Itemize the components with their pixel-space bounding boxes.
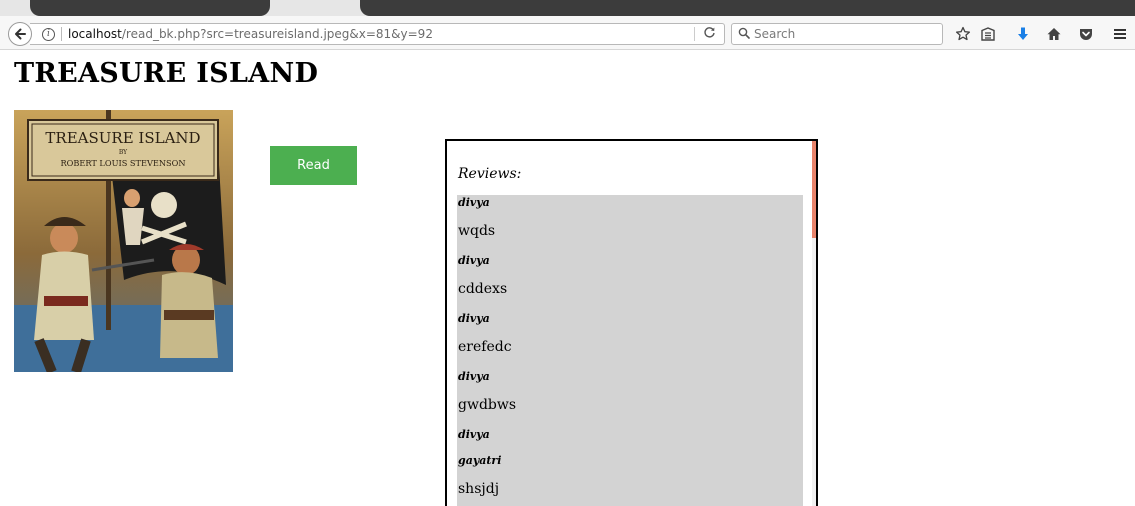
reading-list-icon[interactable]: [979, 25, 997, 43]
url-bar[interactable]: i localhost/read_bk.php?src=treasureisla…: [30, 23, 725, 45]
review-text: wqds: [458, 223, 496, 239]
read-button[interactable]: Read: [270, 146, 357, 185]
cover-author: ROBERT LOUIS STEVENSON: [60, 158, 185, 168]
menu-icon[interactable]: [1111, 25, 1129, 43]
back-arrow-icon: [15, 28, 26, 40]
url-path: /read_bk.php?src=treasureisland.jpeg&x=8…: [121, 27, 433, 41]
search-input[interactable]: [754, 27, 924, 41]
review-text: gwdbws: [458, 397, 517, 413]
download-icon[interactable]: [1014, 25, 1032, 43]
review-author: divya: [458, 312, 490, 325]
review-author: divya: [458, 196, 490, 209]
pocket-icon[interactable]: [1077, 25, 1095, 43]
review-author: divya: [458, 254, 490, 267]
review-author: divya: [458, 370, 490, 383]
url-host: localhost: [68, 27, 122, 41]
search-bar[interactable]: [731, 23, 943, 45]
reviews-scroll-thumb[interactable]: [812, 141, 816, 238]
search-icon: [738, 27, 750, 42]
cover-title: TREASURE ISLAND: [45, 129, 200, 147]
review-text: cddexs: [458, 281, 508, 297]
star-icon[interactable]: [954, 25, 972, 43]
browser-toolbar: i localhost/read_bk.php?src=treasureisla…: [0, 16, 1135, 50]
reviews-heading: Reviews:: [458, 166, 522, 182]
cover-by: BY: [119, 149, 128, 156]
review-author: divya: [458, 428, 490, 441]
reviews-scrollbar[interactable]: [812, 141, 816, 506]
back-button[interactable]: [8, 22, 32, 46]
home-icon[interactable]: [1045, 25, 1063, 43]
book-cover-image: TREASURE ISLAND BY ROBERT LOUIS STEVENSO…: [14, 110, 233, 372]
browser-tab[interactable]: [360, 0, 1135, 16]
reviews-panel[interactable]: Reviews: divya wqds divya cddexs divya e…: [445, 139, 818, 506]
browser-tab[interactable]: [30, 0, 270, 16]
url-divider: [61, 27, 62, 41]
review-author: gayatri: [458, 454, 502, 467]
tab-strip: [0, 0, 1135, 16]
review-text: shsjdj: [458, 481, 500, 497]
info-icon[interactable]: i: [42, 27, 55, 41]
review-text: erefedc: [458, 339, 512, 355]
page-title: TREASURE ISLAND: [14, 58, 319, 89]
reload-icon[interactable]: [703, 26, 716, 43]
review-list: divya wqds divya cddexs divya erefedc di…: [457, 195, 803, 506]
